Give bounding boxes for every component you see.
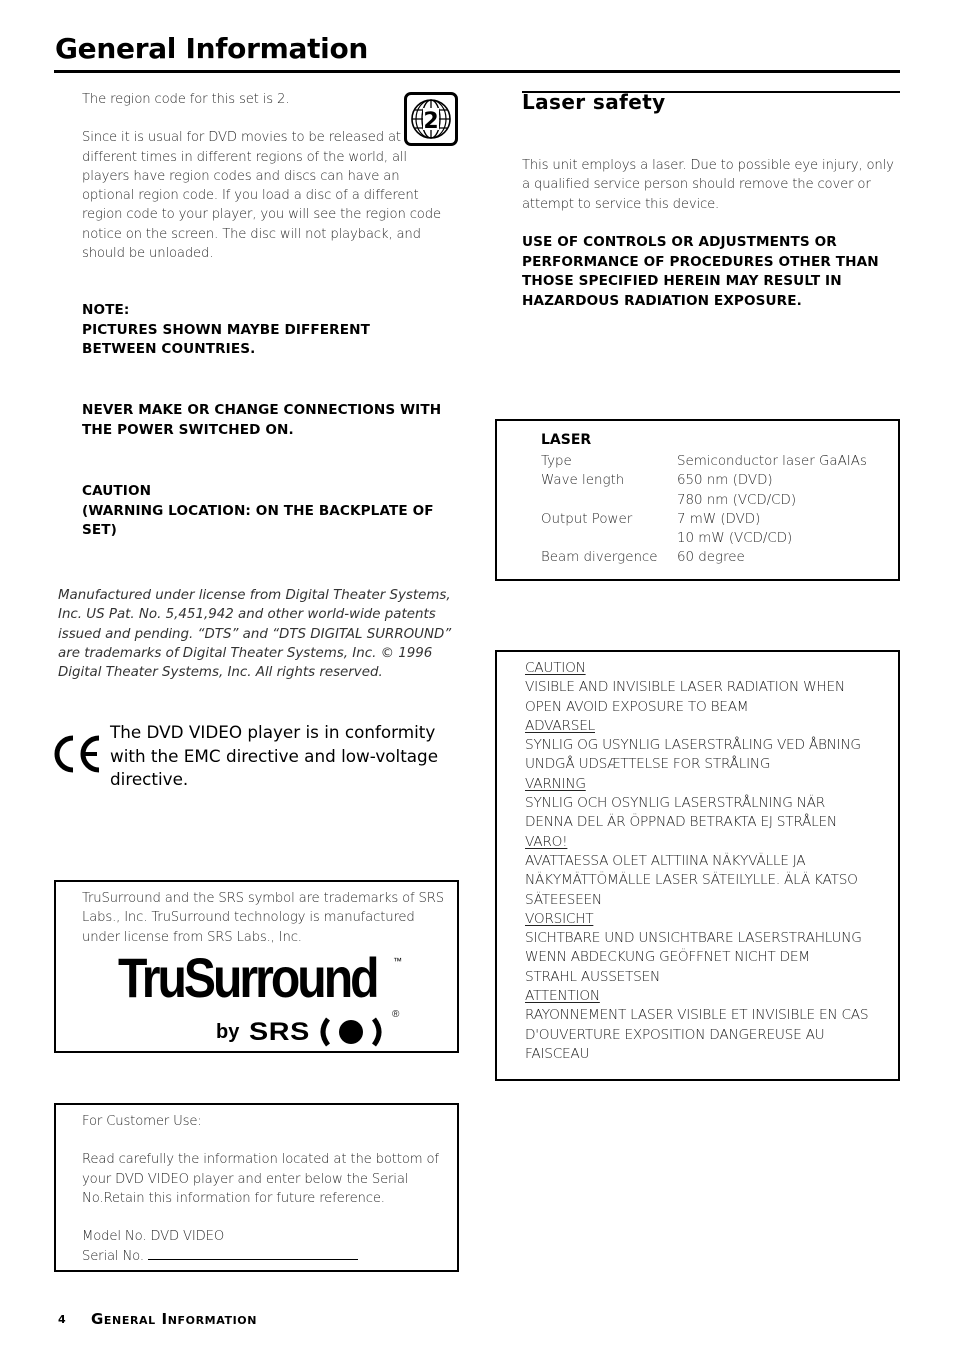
ce-conformity-text: The DVD VIDEO player is in conformity wi… xyxy=(110,722,439,789)
customer-heading: For Customer Use: xyxy=(82,1114,202,1129)
warning-line: STRAHL AUSSETSEN xyxy=(525,968,660,985)
srs-symbol-icon xyxy=(320,1017,382,1047)
laser-safety-warning: USE OF CONTROLS OR ADJUSTMENTS OR PERFOR… xyxy=(522,234,879,309)
caution-heading: CAUTION xyxy=(82,483,152,499)
customer-paragraph: Read carefully the information located a… xyxy=(82,1152,439,1206)
model-number: Model No. DVD VIDEO xyxy=(82,1229,225,1245)
warning-item: VORSICHT SICHTBARE UND UNSICHTBARE LASERS… xyxy=(525,910,895,987)
warning-item: CAUTION VISIBLE AND INVISIBLE LASER RADIA… xyxy=(525,659,895,717)
warning-item: VARNING SYNLIG OCH OSYNLIG LASERSTRÅLNING… xyxy=(525,775,895,833)
laser-safety-title: Laser safety xyxy=(522,90,666,114)
warning-line: D'OUVERTURE EXPOSITION DANGEREUSE AU xyxy=(525,1026,825,1043)
region-code-paragraph: Since it is usual for DVD movies to be r… xyxy=(82,130,441,262)
spec-row: Wave length 650 nm (DVD) xyxy=(541,471,867,490)
by-srs-logo: by SRS xyxy=(216,1017,386,1047)
warning-line: SÄTEESEEN xyxy=(525,891,602,908)
serial-number-field[interactable] xyxy=(147,1246,358,1261)
dvd-region-2-globe-icon: 2 xyxy=(404,92,458,146)
region-code-line: The region code for this set is 2. xyxy=(82,92,290,107)
spec-row: Beam divergence 60 degree xyxy=(541,548,867,567)
serial-row: Serial No. xyxy=(82,1246,452,1266)
laser-spec-table: Type Semiconductor laser GaAIAs Wave lengt… xyxy=(541,452,867,568)
warning-item: ATTENTION RAYONNEMENT LASER VISIBLE ET IN… xyxy=(525,987,895,1064)
page-number: 4 xyxy=(58,1313,66,1326)
laser-spec-box: LASER Type Semiconductor laser GaAIAs Wave… xyxy=(495,419,900,581)
warning-line: AVATTAESSA OLET ALTTIINA NÄKYVÄLLE JA xyxy=(525,852,806,869)
warning-line: FAISCEAU xyxy=(525,1045,590,1062)
spec-label: Output Power xyxy=(541,511,633,527)
warning-line: UNDGÅ UDSÆTTELSE FOR STRÅLING xyxy=(525,756,771,773)
region-code-section: The region code for this set is 2. Since… xyxy=(82,90,452,263)
spec-value: 650 nm (DVD) xyxy=(677,473,773,489)
warning-line: VISIBLE AND INVISIBLE LASER RADIATION WH… xyxy=(525,679,845,696)
warning-line: SYNLIG OCH OSYNLIG LASERSTRÅLNING NÄR xyxy=(525,795,826,812)
caution-body: (WARNING LOCATION: ON THE BACKPLATE OF S… xyxy=(82,502,434,539)
page-title: General Information xyxy=(55,32,369,65)
warning-line: DENNA DEL ÄR ÖPPNAD BETRAKTA EJ STRÅLEN xyxy=(525,814,837,831)
trademark-symbol: ™ xyxy=(393,956,402,966)
spec-label: Type xyxy=(541,454,572,469)
warning-item: VARO! AVATTAESSA OLET ALTTIINA NÄKYVÄLLE … xyxy=(525,833,895,910)
srs-trademark-text: TruSurround and the SRS symbol are trade… xyxy=(82,891,445,945)
svg-text:2: 2 xyxy=(423,109,438,134)
note-heading: NOTE: xyxy=(82,302,130,318)
srs-label: SRS xyxy=(249,1017,311,1046)
spec-value: 780 nm (VCD/CD) xyxy=(677,492,797,508)
spec-value: Semiconductor laser GaAIAs xyxy=(677,454,867,469)
footer-section-title: General Information xyxy=(91,1310,258,1328)
spec-row: 10 mW (VCD/CD) xyxy=(541,529,867,548)
warning-language-heading: VORSICHT xyxy=(525,910,594,927)
spec-label: Wave length xyxy=(541,473,625,489)
warning-item: ADVARSEL SYNLIG OG USYNLIG LASERSTRÅLING … xyxy=(525,717,895,775)
trusurround-logo: TruSurround xyxy=(118,946,380,1009)
warning-language-heading: ADVARSEL xyxy=(525,717,595,734)
srs-trademark-box: TruSurround and the SRS symbol are trade… xyxy=(54,880,459,1053)
spec-label xyxy=(541,491,677,510)
warning-language-heading: VARNING xyxy=(525,775,586,792)
warning-list: CAUTION VISIBLE AND INVISIBLE LASER RADIA… xyxy=(525,659,895,1064)
by-label: by xyxy=(216,1020,240,1043)
caution-backplate: CAUTION (WARNING LOCATION: ON THE BACKPL… xyxy=(82,482,462,541)
spec-row: 780 nm (VCD/CD) xyxy=(541,491,867,510)
note-pictures: NOTE: PICTURES SHOWN MAYBE DIFFERENT BET… xyxy=(82,301,462,360)
laser-safety-intro: This unit employs a laser. Due to possib… xyxy=(522,158,894,212)
warning-language-heading: ATTENTION xyxy=(525,988,600,1005)
warning-line: OPEN AVOID EXPOSURE TO BEAM xyxy=(525,698,749,715)
registered-symbol: ® xyxy=(392,1009,400,1020)
warning-line: SYNLIG OG USYNLIG LASERSTRÅLING VED ÅBNI… xyxy=(525,737,861,754)
laser-spec-heading: LASER xyxy=(541,432,592,448)
spec-value: 7 mW (DVD) xyxy=(677,511,761,527)
warning-line: SICHTBARE UND UNSICHTBARE LASERSTRAHLUNG xyxy=(525,930,862,947)
warning-language-heading: CAUTION xyxy=(525,660,586,676)
spec-label: Beam divergence xyxy=(541,550,658,566)
serial-label: Serial No. xyxy=(82,1249,144,1265)
title-divider xyxy=(54,70,900,73)
warning-line: RAYONNEMENT LASER VISIBLE ET INVISIBLE E… xyxy=(525,1007,869,1024)
warning-line: WENN ABDECKUNG GEÖFFNET NICHT DEM xyxy=(525,949,810,966)
dts-license-text: Manufactured under license from Digital … xyxy=(58,588,452,681)
ce-mark-icon xyxy=(54,734,104,774)
multilingual-warning-box: CAUTION VISIBLE AND INVISIBLE LASER RADIA… xyxy=(495,650,900,1081)
warning-line: NÄKYMÄTTÖMÄLLE LASER SÄTEILYLLE. ÄLÄ KAT… xyxy=(525,872,858,889)
spec-label xyxy=(541,529,677,548)
connections-warning: NEVER MAKE OR CHANGE CONNECTIONS WITH TH… xyxy=(82,402,442,438)
spec-value: 10 mW (VCD/CD) xyxy=(677,531,793,547)
spec-row: Output Power 7 mW (DVD) xyxy=(541,510,867,529)
customer-use-box: For Customer Use: Read carefully the inf… xyxy=(54,1103,459,1272)
note-body: PICTURES SHOWN MAYBE DIFFERENT BETWEEN C… xyxy=(82,321,370,358)
spec-row: Type Semiconductor laser GaAIAs xyxy=(541,452,867,471)
warning-language-heading: VARO! xyxy=(525,833,568,850)
spec-value: 60 degree xyxy=(677,550,745,566)
